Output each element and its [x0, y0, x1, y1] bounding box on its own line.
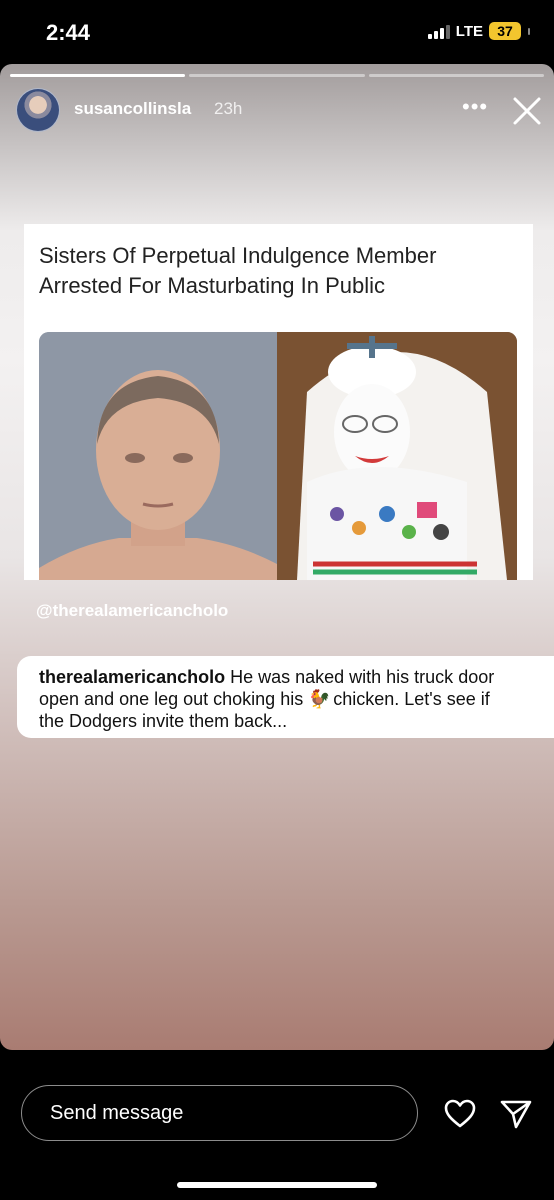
- comment-sticker[interactable]: therealamericancholo He was naked with h…: [17, 656, 554, 738]
- article-title: Sisters Of Perpetual Indulgence Member A…: [39, 243, 437, 298]
- costume-photo: [277, 332, 517, 580]
- progress-segment: [368, 74, 544, 77]
- story-progress: [10, 74, 544, 77]
- article-photos: [39, 332, 517, 580]
- status-indicators: LTE 37: [427, 22, 530, 40]
- avatar[interactable]: [16, 88, 60, 132]
- battery-level: 37: [497, 23, 513, 39]
- more-dots-icon[interactable]: •••: [462, 94, 488, 120]
- comment-text: therealamericancholo He was naked with h…: [39, 666, 519, 732]
- signal-icon: [427, 23, 450, 39]
- mention-sticker[interactable]: @therealamericancholo: [36, 601, 228, 621]
- send-icon[interactable]: [499, 1098, 533, 1130]
- progress-fill: [10, 74, 186, 77]
- article-card[interactable]: Sisters Of Perpetual Indulgence Member A…: [24, 224, 533, 580]
- status-time: 2:44: [46, 20, 91, 45]
- close-icon[interactable]: [510, 94, 544, 128]
- story-time-ago: 23h: [214, 99, 243, 118]
- comment-username: therealamericancholo: [39, 667, 226, 687]
- chicken-emoji-icon: 🐓: [308, 689, 331, 709]
- progress-segment: [189, 74, 365, 77]
- heart-icon[interactable]: [443, 1098, 477, 1130]
- home-indicator: [177, 1182, 377, 1188]
- battery-cap: [528, 27, 530, 35]
- progress-segment: [10, 74, 186, 77]
- battery-icon: 37: [489, 22, 521, 40]
- mugshot-photo: [39, 332, 277, 580]
- send-message-input[interactable]: Send message: [21, 1085, 418, 1141]
- network-type: LTE: [455, 22, 483, 40]
- story-viewer[interactable]: susancollinsla 23h ••• Sisters Of Perpet…: [0, 64, 554, 1050]
- status-bar: 2:44 LTE 37: [0, 0, 554, 64]
- send-message-placeholder: Send message: [50, 1102, 184, 1124]
- story-username[interactable]: susancollinsla: [74, 99, 191, 119]
